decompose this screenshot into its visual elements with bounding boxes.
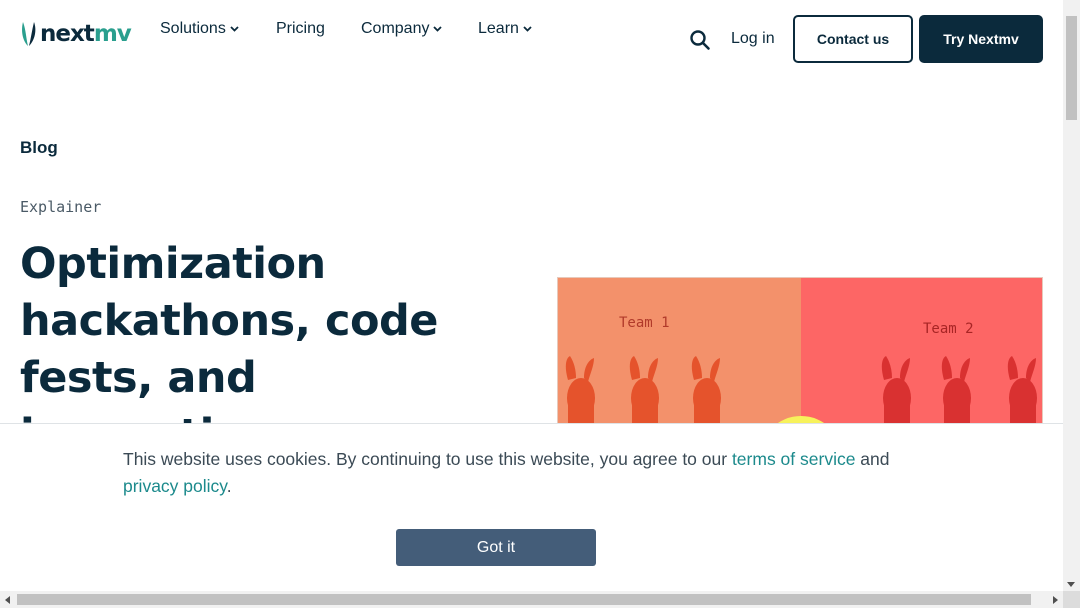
logo-wordmark: nextmv bbox=[40, 20, 132, 47]
team2-label: Team 2 bbox=[923, 321, 974, 337]
privacy-policy-link[interactable]: privacy policy bbox=[123, 476, 227, 496]
nextmv-logo[interactable]: nextmv bbox=[20, 20, 132, 48]
vertical-scroll-thumb[interactable] bbox=[1066, 16, 1077, 120]
horizontal-scroll-thumb[interactable] bbox=[17, 594, 1031, 605]
nav-company[interactable]: Company bbox=[361, 20, 443, 38]
cookie-text-after: . bbox=[226, 476, 232, 496]
site-header: nextmv Solutions Pricing Company Learn L… bbox=[0, 0, 1063, 80]
nav-solutions-label: Solutions bbox=[160, 20, 226, 37]
title-line: Optimization bbox=[20, 239, 326, 289]
nav-learn[interactable]: Learn bbox=[478, 20, 532, 38]
nav-learn-label: Learn bbox=[478, 20, 519, 37]
breadcrumb-blog[interactable]: Blog bbox=[20, 138, 58, 158]
scroll-left-arrow-icon[interactable] bbox=[5, 596, 10, 604]
category-label: Explainer bbox=[20, 198, 102, 216]
contact-us-button[interactable]: Contact us bbox=[793, 15, 913, 63]
title-line: hackathons, code bbox=[20, 296, 438, 346]
scrollbar-corner bbox=[1063, 591, 1080, 608]
chevron-down-icon bbox=[230, 26, 239, 32]
team1-label: Team 1 bbox=[619, 315, 670, 331]
search-icon bbox=[690, 30, 710, 50]
nav-pricing-label: Pricing bbox=[276, 20, 325, 37]
cookie-text-before: This website uses cookies. By continuing… bbox=[123, 449, 732, 469]
cookie-banner: This website uses cookies. By continuing… bbox=[0, 423, 1063, 591]
cookie-message: This website uses cookies. By continuing… bbox=[123, 446, 943, 500]
leaf-logo-icon bbox=[22, 22, 36, 46]
nav-pricing[interactable]: Pricing bbox=[276, 20, 325, 38]
login-link[interactable]: Log in bbox=[731, 30, 775, 48]
try-nextmv-button[interactable]: Try Nextmv bbox=[919, 15, 1043, 63]
chevron-down-icon bbox=[523, 26, 532, 32]
cookie-text-middle: and bbox=[855, 449, 890, 469]
got-it-button[interactable]: Got it bbox=[396, 529, 596, 566]
scroll-down-arrow-icon[interactable] bbox=[1067, 582, 1075, 587]
vertical-scrollbar[interactable] bbox=[1063, 0, 1080, 591]
horizontal-scrollbar[interactable] bbox=[0, 591, 1063, 608]
nav-solutions[interactable]: Solutions bbox=[160, 20, 239, 38]
terms-of-service-link[interactable]: terms of service bbox=[732, 449, 856, 469]
chevron-down-icon bbox=[433, 26, 443, 32]
nav-company-label: Company bbox=[361, 20, 430, 37]
scroll-right-arrow-icon[interactable] bbox=[1053, 596, 1058, 604]
search-button[interactable] bbox=[689, 29, 711, 51]
